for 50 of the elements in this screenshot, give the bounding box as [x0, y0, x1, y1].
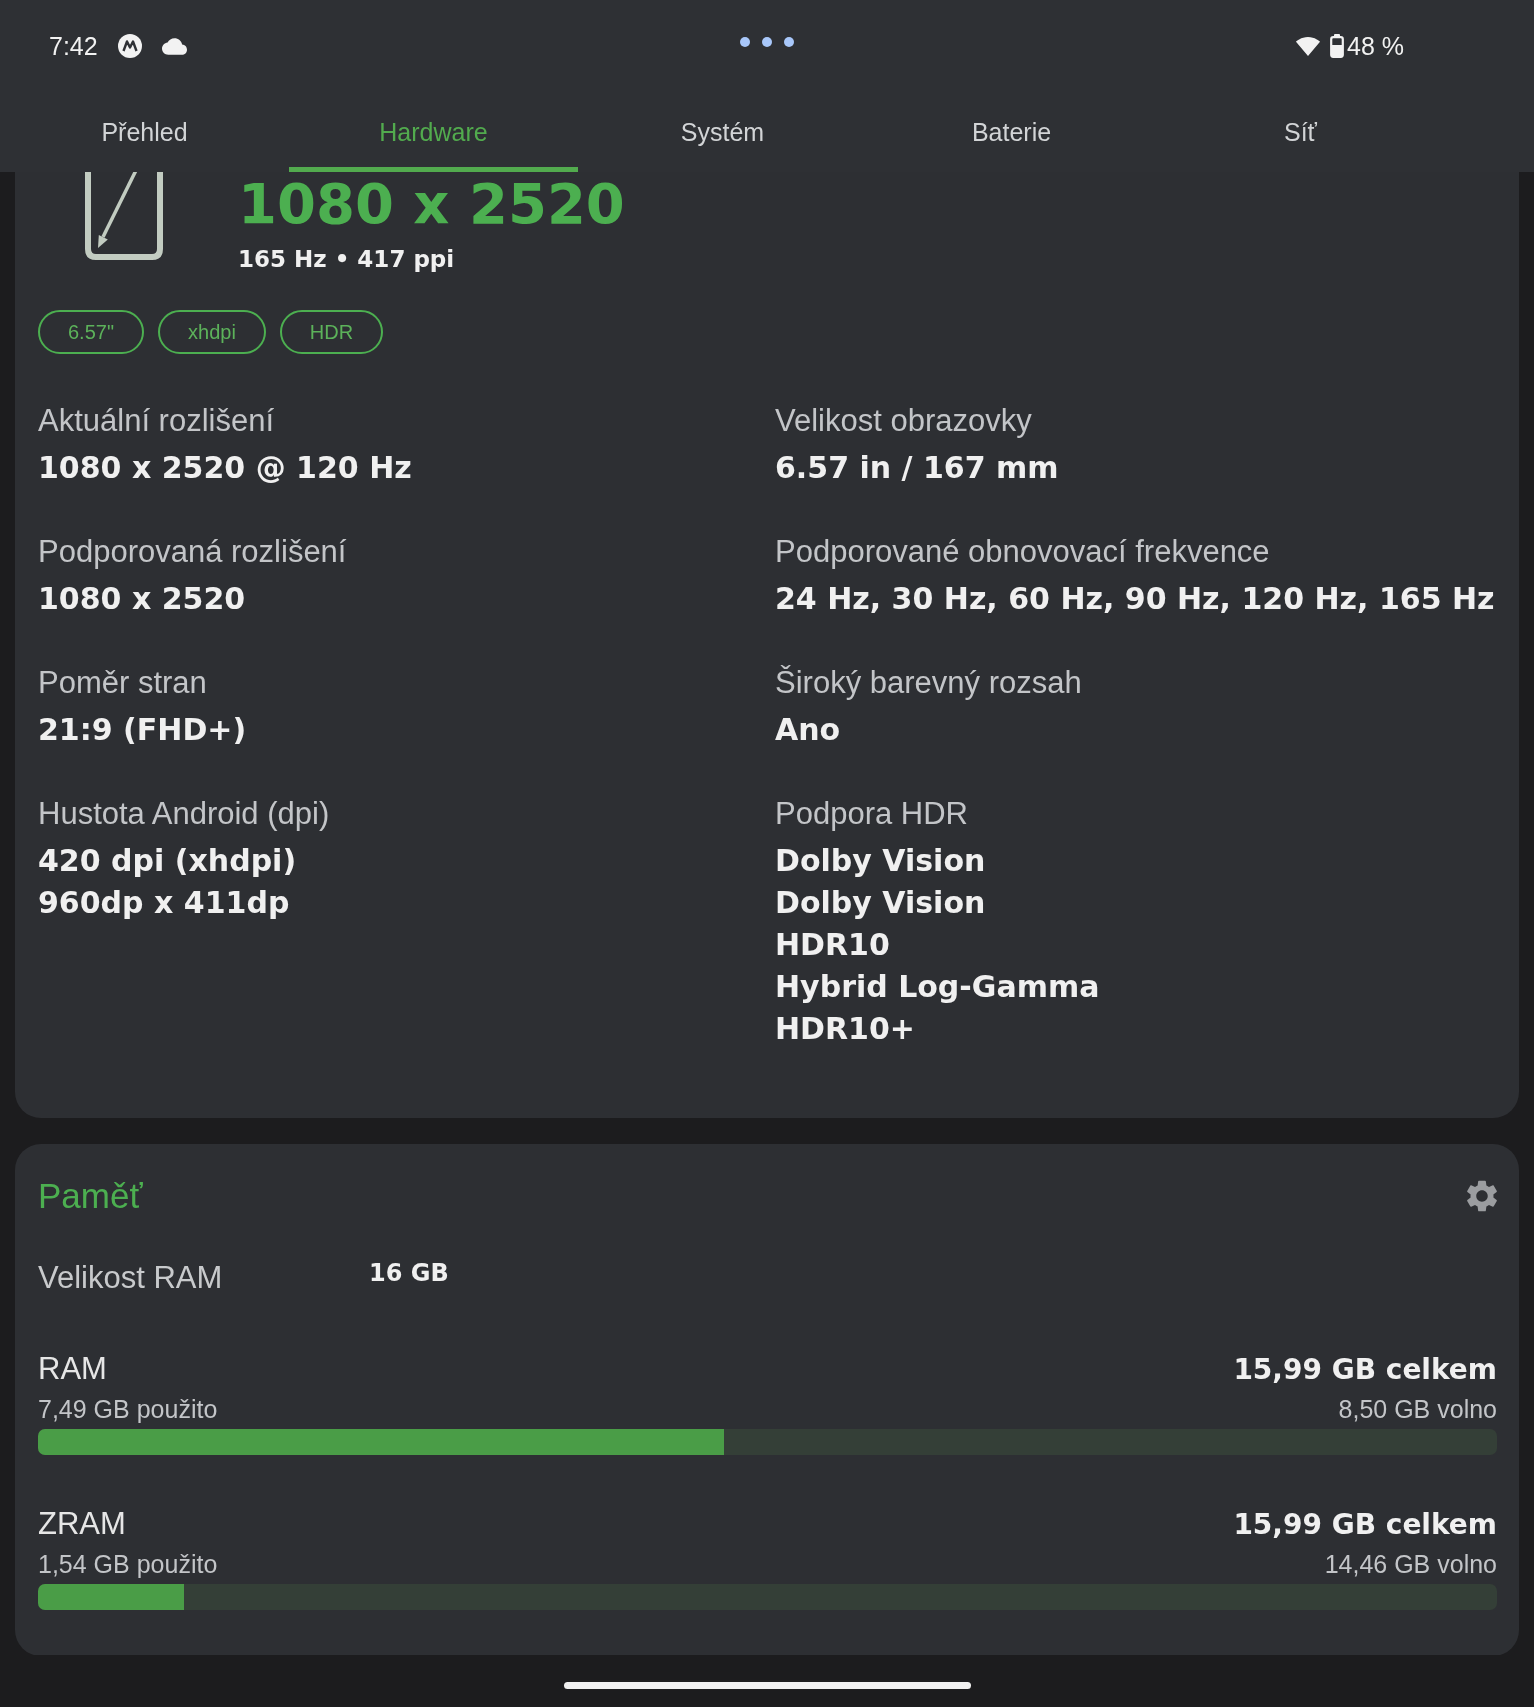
tag-chip: xhdpi — [158, 310, 266, 354]
tab[interactable]: Síť — [1156, 92, 1445, 172]
spec-value: HDR10 — [775, 926, 891, 964]
spec-label: Podporovaná rozlišení — [38, 535, 348, 569]
spec-value: 21:9 (FHD+) — [38, 711, 248, 749]
spec-value: 24 Hz, 30 Hz, 60 Hz, 90 Hz, 120 Hz, 165 Hz — [775, 580, 1496, 618]
tag-chip: HDR — [279, 310, 384, 354]
meter-name: RAM — [38, 1351, 107, 1387]
spec-label: Podpora HDR — [775, 797, 969, 831]
ram-size-label: Velikost RAM — [38, 1260, 224, 1296]
tab[interactable]: Přehled — [0, 92, 289, 172]
spec-value: Ano — [775, 711, 842, 749]
meter-used: 7,49 GB použito — [38, 1394, 218, 1424]
spec-value: 6.57 in / 167 mm — [775, 449, 1060, 487]
tag-chip: 6.57" — [38, 310, 145, 354]
resolution-subtitle: 165 Hz • 417 ppi — [238, 245, 456, 274]
spec-value: 420 dpi (xhdpi) — [38, 842, 298, 880]
spec-label: Široký barevný rozsah — [775, 666, 1083, 700]
spec-value: 1080 x 2520 @ 120 Hz — [38, 449, 413, 487]
clock-time: 7:42 — [49, 31, 98, 61]
spec-value: 960dp x 411dp — [38, 884, 291, 922]
spec-label: Velikost obrazovky — [775, 404, 1033, 438]
battery-icon — [1330, 34, 1344, 58]
settings-icon[interactable] — [1467, 1180, 1497, 1212]
resolution-title: 1080 x 2520 — [238, 176, 625, 232]
spec-value: 1080 x 2520 — [38, 580, 247, 618]
phone-arrow-icon — [84, 172, 164, 261]
battery-percent: 48 % — [1347, 31, 1404, 61]
cloud-icon — [161, 37, 187, 55]
section-title: Paměť — [38, 1176, 143, 1216]
spec-value: Dolby Vision — [775, 884, 987, 922]
meter-used: 1,54 GB použito — [38, 1549, 218, 1579]
spec-label: Aktuální rozlišení — [38, 404, 276, 438]
meter-total: 15,99 GB celkem — [1233, 1507, 1497, 1541]
spec-label: Poměr stran — [38, 666, 208, 700]
tab[interactable]: Systém — [578, 92, 867, 172]
dots-icon — [740, 37, 794, 47]
ram-size-value: 16 GB — [369, 1259, 449, 1287]
meter-name: ZRAM — [38, 1506, 126, 1542]
meter-total: 15,99 GB celkem — [1233, 1352, 1497, 1386]
spec-value: HDR10+ — [775, 1010, 916, 1048]
spec-label: Podporované obnovovací frekvence — [775, 535, 1271, 569]
spec-value: Dolby Vision — [775, 842, 987, 880]
meter-free: 8,50 GB volno — [1338, 1394, 1497, 1424]
spec-value: Hybrid Log-Gamma — [775, 968, 1101, 1006]
logo-icon — [117, 34, 142, 58]
spec-label: Hustota Android (dpi) — [38, 797, 331, 831]
tab[interactable]: Baterie — [867, 92, 1156, 172]
wifi-icon — [1296, 36, 1320, 56]
meter-free: 14,46 GB volno — [1324, 1549, 1497, 1579]
